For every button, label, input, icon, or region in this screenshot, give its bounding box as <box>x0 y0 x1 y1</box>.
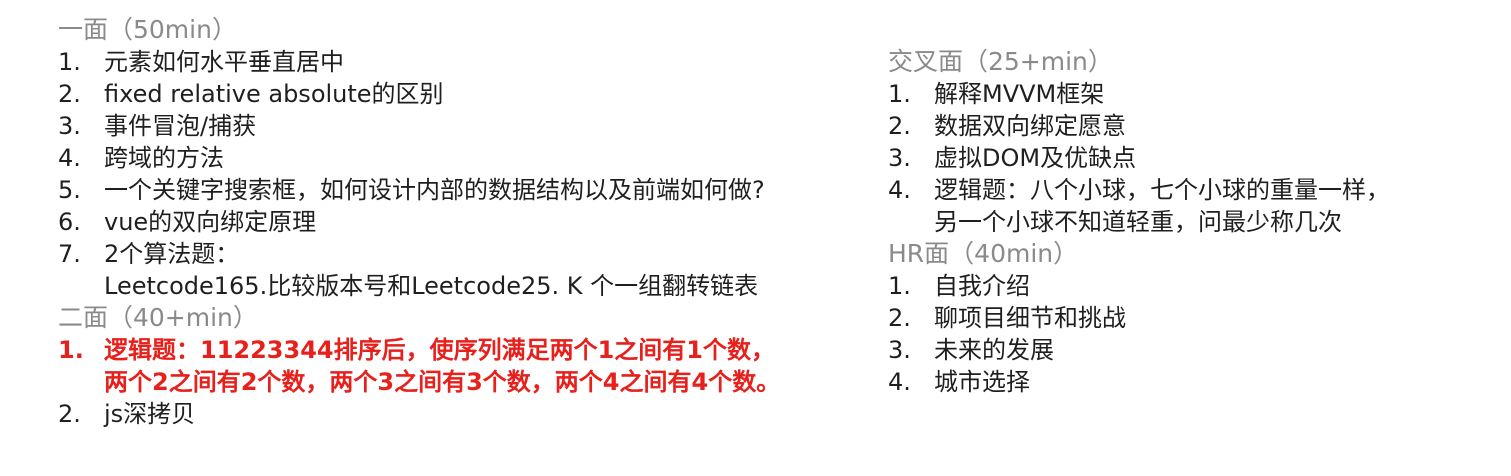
list-item-number: 4. <box>888 368 911 396</box>
list-item: 1. 解释MVVM框架 <box>888 78 1498 110</box>
list-item-number: 2. <box>58 80 81 108</box>
list-item-number: 7. <box>58 240 81 268</box>
list-item-text: js深拷贝 <box>104 400 196 428</box>
list-item-text: 事件冒泡/捕获 <box>104 112 257 140</box>
list-item: 1. 元素如何水平垂直居中 <box>58 46 878 78</box>
list-item: 3. 虚拟DOM及优缺点 <box>888 142 1498 174</box>
list-item-text: 元素如何水平垂直居中 <box>104 48 344 76</box>
list-item-text: vue的双向绑定原理 <box>104 208 317 236</box>
list-item-text: 自我介绍 <box>934 272 1030 300</box>
list-item-text: 逻辑题：八个小球，七个小球的重量一样， <box>934 176 1390 204</box>
list-item: 4. 跨域的方法 <box>58 142 878 174</box>
list-item-number: 1. <box>888 272 911 300</box>
round2-heading: 二面（40+min） <box>58 303 258 332</box>
list-item-highlighted: 1. 逻辑题：11223344排序后，使序列满足两个1之间有1个数， <box>58 334 878 366</box>
list-item-text: 跨域的方法 <box>104 144 224 172</box>
list-item-text: 逻辑题：11223344排序后，使序列满足两个1之间有1个数， <box>104 336 775 364</box>
list-item: 2. fixed relative absolute的区别 <box>58 78 878 110</box>
round1-heading: 一面（50min） <box>58 15 237 44</box>
list-item-continuation: Leetcode165.比较版本号和Leetcode25. K 个一组翻转链表 <box>104 272 759 300</box>
left-column: 一面（50min） 1. 元素如何水平垂直居中 2. fixed relativ… <box>58 14 878 430</box>
list-item: 2. 聊项目细节和挑战 <box>888 302 1498 334</box>
list-item-text: 数据双向绑定愿意 <box>934 112 1126 140</box>
list-item-number: 3. <box>888 144 911 172</box>
list-item-number: 1. <box>58 336 84 364</box>
list-item: 1. 自我介绍 <box>888 270 1498 302</box>
list-item-number: 2. <box>888 112 911 140</box>
list-item-text: 未来的发展 <box>934 336 1054 364</box>
list-item-number: 2. <box>58 400 81 428</box>
list-item: 4. 城市选择 <box>888 366 1498 398</box>
list-item-text: 2个算法题： <box>104 240 240 268</box>
cross-round-heading: 交叉面（25+min） <box>888 47 1113 76</box>
list-item-number: 2. <box>888 304 911 332</box>
list-item-number: 3. <box>888 336 911 364</box>
list-item-continuation: 另一个小球不知道轻重，问最少称几次 <box>934 208 1342 236</box>
list-item-number: 5. <box>58 176 81 204</box>
list-item-continuation: 两个2之间有2个数，两个3之间有3个数，两个4之间有4个数。 <box>104 368 781 396</box>
list-item-number: 1. <box>58 48 81 76</box>
list-item-number: 3. <box>58 112 81 140</box>
list-item-text: 一个关键字搜索框，如何设计内部的数据结构以及前端如何做? <box>104 176 765 204</box>
right-column: 交叉面（25+min） 1. 解释MVVM框架 2. 数据双向绑定愿意 3. 虚… <box>888 46 1498 398</box>
list-item: 6. vue的双向绑定原理 <box>58 206 878 238</box>
list-item: 2. js深拷贝 <box>58 398 878 430</box>
list-item-text: 虚拟DOM及优缺点 <box>934 144 1137 172</box>
list-item: 7. 2个算法题： <box>58 238 878 270</box>
list-item: 5. 一个关键字搜索框，如何设计内部的数据结构以及前端如何做? <box>58 174 878 206</box>
list-item-number: 4. <box>58 144 81 172</box>
list-item-text: 解释MVVM框架 <box>934 80 1105 108</box>
list-item-text: 聊项目细节和挑战 <box>934 304 1126 332</box>
list-item-text: 城市选择 <box>934 368 1030 396</box>
list-item-number: 6. <box>58 208 81 236</box>
list-item: 2. 数据双向绑定愿意 <box>888 110 1498 142</box>
list-item: 4. 逻辑题：八个小球，七个小球的重量一样， <box>888 174 1498 206</box>
hr-round-heading: HR面（40min） <box>888 239 1079 268</box>
list-item-number: 1. <box>888 80 911 108</box>
list-item-number: 4. <box>888 176 911 204</box>
list-item-text: fixed relative absolute的区别 <box>104 80 444 108</box>
list-item: 3. 未来的发展 <box>888 334 1498 366</box>
list-item: 3. 事件冒泡/捕获 <box>58 110 878 142</box>
